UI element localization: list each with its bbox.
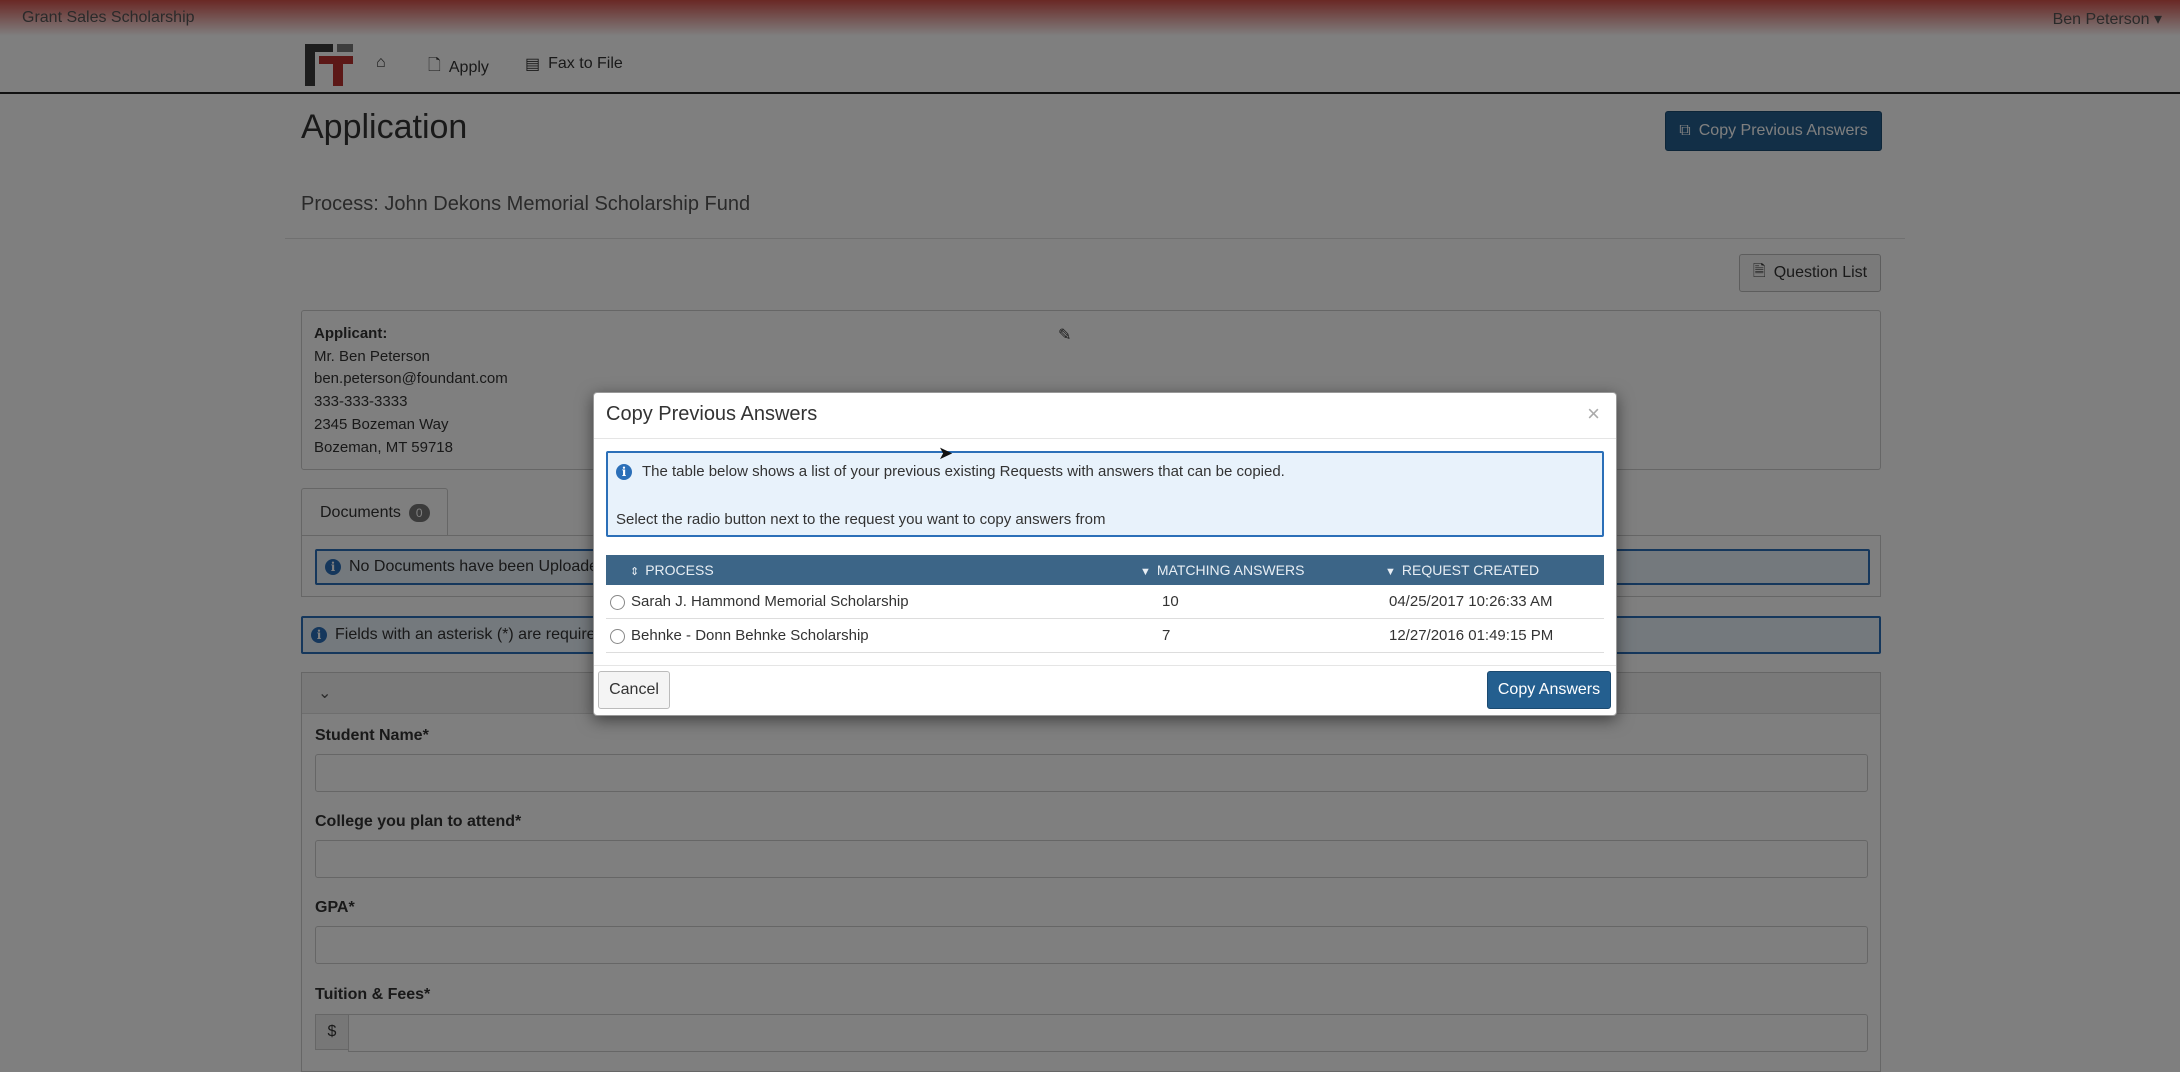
column-header-created[interactable]: ▼ REQUEST CREATED bbox=[1385, 555, 1604, 585]
copy-answers-button[interactable]: Copy Answers bbox=[1487, 671, 1611, 709]
column-created-label: REQUEST CREATED bbox=[1401, 562, 1540, 578]
info-icon: i bbox=[616, 463, 632, 480]
row-created: 12/27/2016 01:49:15 PM bbox=[1385, 618, 1604, 653]
column-header-process[interactable]: ⇕ PROCESS bbox=[606, 555, 1140, 585]
divider bbox=[594, 438, 1616, 439]
info-line-2: Select the radio button next to the requ… bbox=[616, 511, 1106, 528]
mouse-cursor-icon: ➤ bbox=[938, 443, 954, 463]
row-created: 04/25/2017 10:26:33 AM bbox=[1385, 585, 1604, 619]
sort-icon: ⇕ bbox=[630, 566, 640, 578]
column-matching-label: MATCHING ANSWERS bbox=[1156, 562, 1305, 578]
table-row[interactable]: Behnke - Donn Behnke Scholarship 7 12/27… bbox=[606, 618, 1604, 653]
info-line-1: The table below shows a list of your pre… bbox=[642, 463, 1285, 480]
row-process: Behnke - Donn Behnke Scholarship bbox=[631, 627, 869, 644]
divider bbox=[594, 665, 1616, 666]
dialog-info-box: i The table below shows a list of your p… bbox=[606, 451, 1604, 537]
requests-table: ⇕ PROCESS ▼ MATCHING ANSWERS ▼ REQUEST CREA… bbox=[606, 555, 1604, 653]
column-header-matching[interactable]: ▼ MATCHING ANSWERS bbox=[1140, 555, 1385, 585]
copy-previous-answers-dialog: Copy Previous Answers × i The table belo… bbox=[593, 392, 1617, 716]
close-icon[interactable]: × bbox=[1587, 401, 1600, 427]
cancel-button[interactable]: Cancel bbox=[598, 671, 670, 709]
row-radio[interactable] bbox=[610, 628, 625, 644]
row-process: Sarah J. Hammond Memorial Scholarship bbox=[631, 593, 909, 610]
sort-desc-icon: ▼ bbox=[1140, 566, 1151, 578]
sort-desc-icon: ▼ bbox=[1385, 566, 1396, 578]
table-row[interactable]: Sarah J. Hammond Memorial Scholarship 10… bbox=[606, 585, 1604, 619]
column-process-label: PROCESS bbox=[645, 562, 714, 578]
row-matching: 7 bbox=[1140, 618, 1385, 653]
dialog-title: Copy Previous Answers bbox=[606, 403, 818, 425]
row-radio[interactable] bbox=[610, 594, 625, 610]
row-matching: 10 bbox=[1140, 585, 1385, 619]
